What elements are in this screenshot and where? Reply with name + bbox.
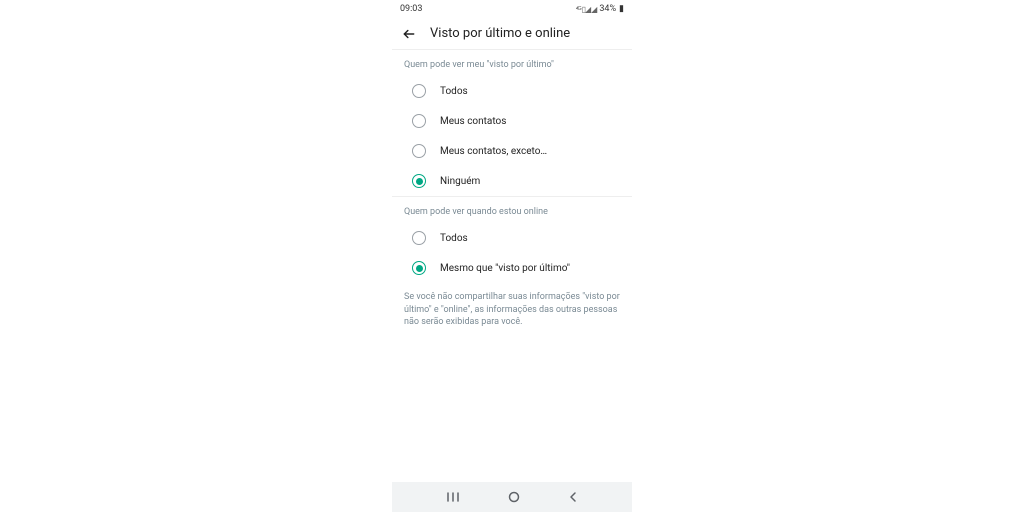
radio-option-ninguem[interactable]: Ninguém (392, 166, 632, 196)
chevron-left-icon (568, 491, 578, 503)
radio-icon (412, 144, 426, 158)
radio-icon (412, 231, 426, 245)
status-time: 09:03 (400, 4, 422, 14)
radio-label: Todos (440, 233, 468, 244)
page-title: Visto por último e online (430, 26, 570, 41)
radio-option-todos-1[interactable]: Todos (392, 76, 632, 106)
header: Visto por último e online (392, 18, 632, 49)
recents-icon (446, 491, 460, 503)
phone-screen: 09:03 ⁴ᴳ ▯◢ ◢ 34% ▮ Visto por último e o… (392, 0, 632, 512)
battery-percent: 34% (599, 4, 616, 14)
radio-option-todos-2[interactable]: Todos (392, 223, 632, 253)
radio-icon (412, 114, 426, 128)
section1-title: Quem pode ver meu "visto por último" (392, 50, 632, 76)
radio-icon (412, 84, 426, 98)
radio-label: Mesmo que "visto por último" (440, 263, 570, 274)
radio-label: Meus contatos (440, 116, 506, 127)
radio-icon-selected (412, 174, 426, 188)
radio-label: Ninguém (440, 176, 480, 187)
arrow-left-icon (402, 27, 416, 41)
battery-icon: ▮ (619, 4, 624, 14)
info-text: Se você não compartilhar suas informaçõe… (392, 283, 632, 337)
back-button[interactable] (402, 27, 416, 41)
signal-icons: ⁴ᴳ ▯◢ ◢ (576, 5, 597, 14)
status-right: ⁴ᴳ ▯◢ ◢ 34% ▮ (576, 4, 624, 14)
radio-option-meus-contatos-exceto[interactable]: Meus contatos, exceto… (392, 136, 632, 166)
status-bar: 09:03 ⁴ᴳ ▯◢ ◢ 34% ▮ (392, 0, 632, 18)
home-icon (508, 491, 520, 503)
nav-bar (392, 482, 632, 512)
radio-option-meus-contatos[interactable]: Meus contatos (392, 106, 632, 136)
nav-home-button[interactable] (508, 491, 520, 503)
radio-label: Meus contatos, exceto… (440, 146, 547, 157)
nav-back-button[interactable] (568, 491, 578, 503)
radio-icon-selected (412, 261, 426, 275)
radio-label: Todos (440, 86, 468, 97)
section2-title: Quem pode ver quando estou online (392, 197, 632, 223)
nav-recents-button[interactable] (446, 491, 460, 503)
radio-option-mesmo-que[interactable]: Mesmo que "visto por último" (392, 253, 632, 283)
